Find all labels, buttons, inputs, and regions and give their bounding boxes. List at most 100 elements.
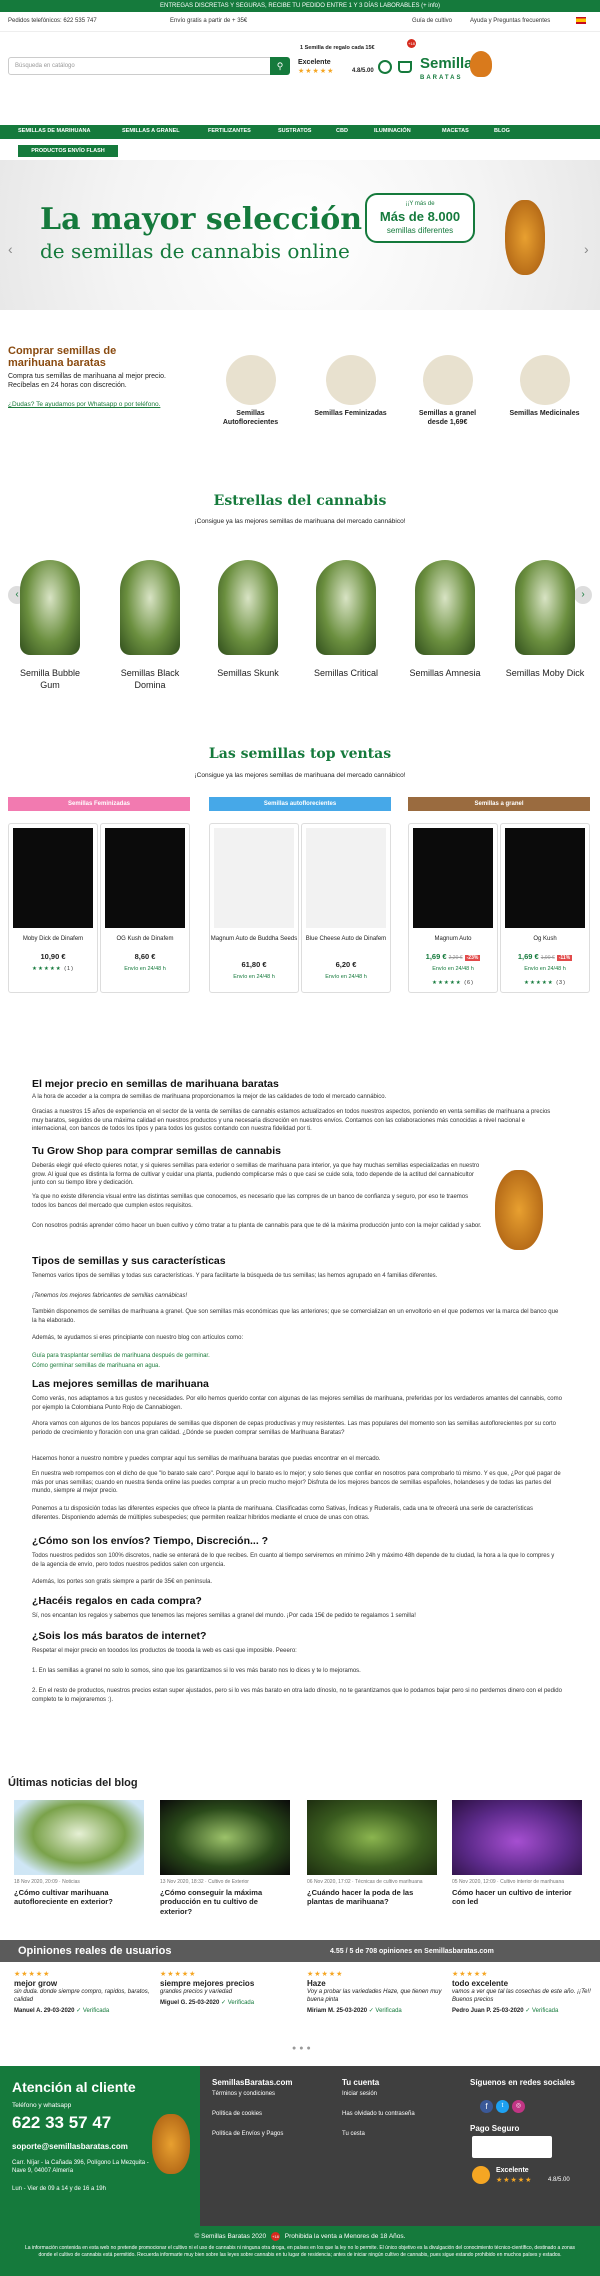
blog-post[interactable]: 05 Nov 2020, 12:09 · Cultivo interior de…: [452, 1800, 582, 1920]
blog-post[interactable]: 18 Nov 2020, 20:09 · Noticias ¿Cómo culti…: [14, 1800, 144, 1920]
nav-item[interactable]: SEMILLAS DE MARIHUANA: [18, 128, 90, 135]
article-paragraph: Ahora vamos con algunos de los bancos po…: [32, 1421, 556, 1436]
blog-post[interactable]: 13 Nov 2020, 18:32 · Cultivo de Exterior…: [160, 1800, 290, 1920]
phone-orders[interactable]: Pedidos telefónicos: 622 535 747: [8, 18, 97, 26]
strain-image[interactable]: [218, 560, 278, 655]
tab-bulk[interactable]: Semillas a granel: [408, 797, 590, 811]
pineapple-mascot-icon: [505, 200, 545, 275]
flash-shipping-link[interactable]: PRODUCTOS ENVÍO FLASH: [18, 145, 118, 157]
tab-autoflowering[interactable]: Semillas autoflorecientes: [209, 797, 391, 811]
seed-icon: [225, 355, 276, 405]
rating-value: 4.8/5.00: [352, 68, 374, 74]
intro-title: Comprar semillas de marihuana baratas: [8, 345, 117, 370]
nav-item[interactable]: ILUMINACIÓN: [374, 128, 411, 135]
strain-name[interactable]: Semillas Skunk: [208, 668, 288, 680]
intro-help-link[interactable]: ¿Dudas? Te ayudamos por Whatsapp o por t…: [8, 401, 168, 409]
blog-post[interactable]: 06 Nov 2020, 17:02 · Técnicas de cultivo…: [307, 1800, 437, 1920]
carousel-next-icon[interactable]: ›: [574, 586, 592, 604]
article-link[interactable]: Guía para trasplantar semillas de marihu…: [32, 1352, 562, 1361]
hero-prev-arrow-icon[interactable]: ‹: [8, 240, 13, 258]
product-card[interactable]: Moby Dick de Dinafem 10,90 € ★★★★★ (1): [8, 823, 98, 993]
twitter-icon[interactable]: t: [496, 2100, 509, 2113]
gift-promo: 1 Semilla de regalo cada 15€: [300, 45, 375, 51]
top-sales-title: Las semillas top ventas: [208, 746, 392, 762]
strain-image[interactable]: [515, 560, 575, 655]
main-nav: SEMILLAS DE MARIHUANA SEMILLAS A GRANEL …: [0, 125, 600, 139]
support-email[interactable]: soporte@semillasbaratas.com: [12, 2142, 128, 2152]
secure-payment-title: Pago Seguro: [470, 2124, 520, 2133]
copyright: © Semillas Baratas 2020: [194, 2233, 267, 2240]
footer-link[interactable]: Has olvidado tu contraseña: [342, 2111, 415, 2119]
article-heading: Tipos de semillas y sus características: [32, 1255, 226, 1267]
product-card[interactable]: OG Kush de Dinafem 8,60 € Envío en 24/48 h: [100, 823, 190, 993]
strain-name[interactable]: Semillas Critical: [306, 668, 386, 680]
nav-item[interactable]: CBD: [336, 128, 348, 135]
nav-item[interactable]: BLOG: [494, 128, 510, 135]
article-link[interactable]: Cómo germinar semillas de marihuana en a…: [32, 1362, 562, 1371]
strain-name[interactable]: Semillas Amnesia: [405, 668, 485, 680]
footer-link[interactable]: Iniciar sesión: [342, 2091, 377, 2099]
medical-cross-icon: [519, 355, 570, 405]
article-paragraph: 2. En el resto de productos, nuestros pr…: [32, 1688, 562, 1703]
nav-item[interactable]: MACETAS: [442, 128, 469, 135]
age-restriction: Prohibida la venta a Menores de 18 Años.: [284, 2233, 406, 2240]
carousel-dots[interactable]: ●●●: [292, 2044, 314, 2053]
phone-number[interactable]: 622 33 57 47: [12, 2112, 111, 2134]
product-card[interactable]: Magnum Auto de Buddha Seeds 61,80 € Envío …: [209, 823, 299, 993]
adults-only-icon: +18: [270, 2232, 280, 2241]
article-paragraph: Hacemos honor a nuestro nombre y puedes …: [32, 1456, 381, 1462]
help-link[interactable]: Ayuda y Preguntas frecuentes: [470, 18, 550, 26]
strain-image[interactable]: [120, 560, 180, 655]
tab-feminized[interactable]: Semillas Feminizadas: [8, 797, 190, 811]
rating-label: Excelente: [298, 59, 331, 66]
nav-item[interactable]: FERTILIZANTES: [208, 128, 251, 135]
footer-col-title: Tu cuenta: [342, 2078, 380, 2087]
category-medicinal[interactable]: Semillas Medicinales: [507, 355, 582, 418]
footer-link[interactable]: Política de cookies: [212, 2111, 262, 2119]
article-paragraph: Todos nuestros pedidos son 100% discreto…: [32, 1553, 555, 1568]
strain-image[interactable]: [415, 560, 475, 655]
product-card[interactable]: Og Kush 1,69 € 1,90 € -11% Envío en 24/48 …: [500, 823, 590, 993]
strain-image[interactable]: [20, 560, 80, 655]
footer-link[interactable]: Términos y condiciones: [212, 2091, 275, 2099]
nav-item[interactable]: SUSTRATOS: [278, 128, 311, 135]
strain-name[interactable]: Semilla Bubble Gum: [10, 668, 90, 691]
hero-next-arrow-icon[interactable]: ›: [584, 240, 589, 258]
search-input[interactable]: Búsqueda en catálogo: [8, 57, 288, 75]
article-paragraph: Sí, nos encantan los regalos y sabemos q…: [32, 1613, 416, 1619]
pineapple-mascot-icon: [152, 2114, 190, 2174]
pineapple-mascot-icon: [470, 51, 492, 77]
free-shipping: Envío gratis a partir de + 35€: [170, 18, 248, 24]
strain-image[interactable]: [316, 560, 376, 655]
stars-section-title: Estrellas del cannabis: [213, 493, 387, 509]
footer-link[interactable]: Tu cesta: [342, 2131, 365, 2139]
article-paragraph: Como verás, nos adaptamos a tus gustos y…: [32, 1396, 562, 1411]
product-card[interactable]: Magnum Auto 1,69 € 2,20 € -23% Envío en 24…: [408, 823, 498, 993]
search-icon[interactable]: ⚲: [270, 57, 290, 75]
strain-name[interactable]: Semillas Black Domina: [110, 668, 190, 691]
announcement-text: ENTREGAS DISCRETAS Y SEGURAS, RECIBE TU …: [160, 3, 440, 9]
instagram-icon[interactable]: ◎: [512, 2100, 525, 2113]
facebook-icon[interactable]: f: [480, 2100, 493, 2113]
grow-guide-link[interactable]: Guía de cultivo: [412, 18, 452, 26]
category-feminized[interactable]: Semillas Feminizadas: [313, 355, 388, 418]
category-autoflowering[interactable]: Semillas Autoflorecientes: [213, 355, 288, 427]
opening-hours: Lun - Vier de 09 a 14 y de 16 a 19h: [12, 2186, 106, 2192]
article-heading: Tu Grow Shop para comprar semillas de ca…: [32, 1145, 281, 1157]
legal-disclaimer: La información contenida en esta web no …: [24, 2245, 576, 2259]
nav-item[interactable]: SEMILLAS A GRANEL: [122, 128, 180, 135]
legal-bar: © Semillas Baratas 2020 +18 Prohibida la…: [0, 2226, 600, 2276]
spain-flag-icon[interactable]: [576, 17, 586, 24]
category-bulk[interactable]: Semillas a granel desde 1,69€: [410, 355, 485, 427]
footer-link[interactable]: Política de Envíos y Pagos: [212, 2131, 283, 2139]
top-announcement-bar[interactable]: ENTREGAS DISCRETAS Y SEGURAS, RECIBE TU …: [0, 0, 600, 12]
account-icon[interactable]: [378, 60, 392, 74]
trusted-shop-icon: [472, 2166, 490, 2184]
article-paragraph: Respetar el mejor precio en tooodos los …: [32, 1648, 297, 1654]
product-card[interactable]: Blue Cheese Auto de Dinafem 6,20 € Envío e…: [301, 823, 391, 993]
strain-name[interactable]: Semillas Moby Dick: [505, 668, 585, 680]
rating-stars: ★★★★★: [298, 68, 335, 75]
intro-text: Compra tus semillas de marihuana al mejo…: [8, 373, 166, 390]
footer-rating-value: 4.8/5.00: [548, 2177, 570, 2183]
cart-icon[interactable]: [398, 61, 412, 73]
